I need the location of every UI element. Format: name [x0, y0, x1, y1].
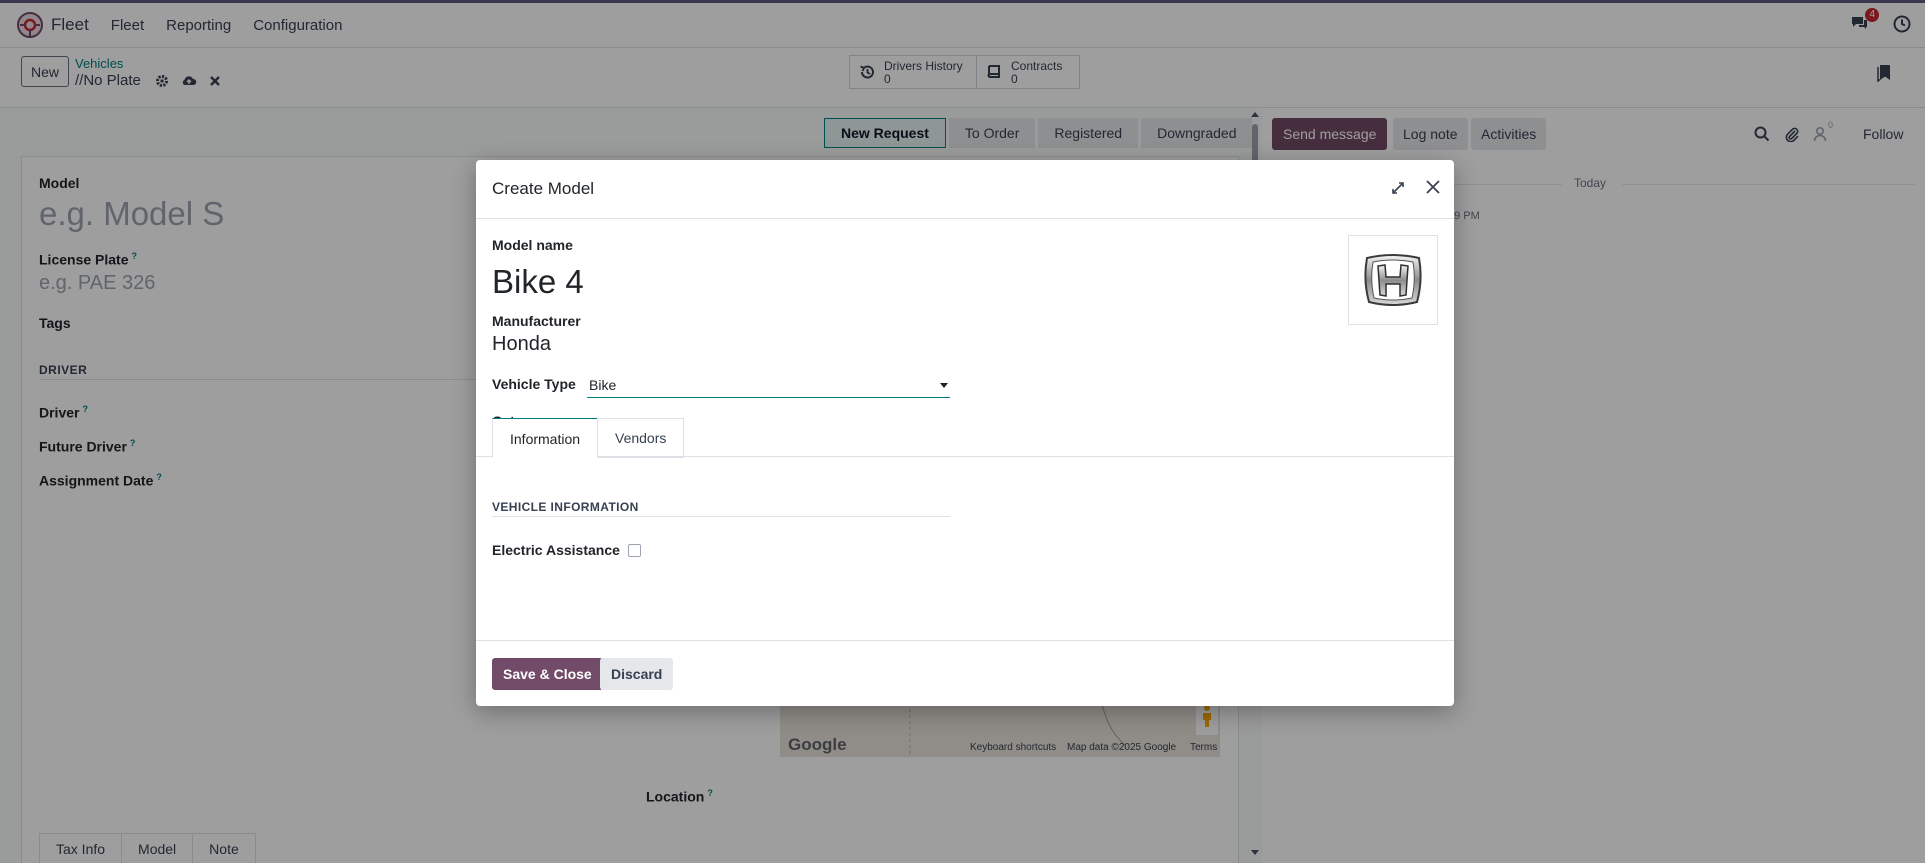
chevron-down-icon: [940, 383, 948, 388]
electric-assistance-label: Electric Assistance: [492, 542, 620, 558]
manufacturer-input[interactable]: Honda: [492, 333, 551, 356]
vehicle-information-title: VEHICLE INFORMATION: [492, 500, 639, 514]
vehicle-type-label: Vehicle Type: [492, 376, 576, 392]
model-name-input[interactable]: Bike 4: [492, 263, 584, 301]
manufacturer-logo[interactable]: [1348, 235, 1438, 325]
dialog-notebook-tabs: Information Vendors: [476, 418, 1454, 458]
expand-icon[interactable]: [1390, 180, 1406, 196]
tab-vendors[interactable]: Vendors: [597, 418, 685, 458]
electric-assistance-checkbox[interactable]: [628, 544, 641, 557]
model-name-label: Model name: [492, 237, 573, 253]
vehicle-type-value: Bike: [589, 376, 617, 393]
close-icon[interactable]: [1424, 178, 1442, 196]
app-window: Fleet Fleet Reporting Configuration 4 Ne…: [0, 0, 1925, 863]
discard-button[interactable]: Discard: [600, 658, 674, 690]
tab-information[interactable]: Information: [492, 418, 599, 458]
honda-logo-icon: [1364, 254, 1422, 306]
vehicle-type-select[interactable]: Bike: [587, 372, 950, 398]
dialog-footer: Save & Close Discard: [476, 640, 1454, 706]
create-model-dialog: Create Model Model name Bike 4 Manufactu…: [476, 160, 1454, 706]
manufacturer-label: Manufacturer: [492, 313, 581, 329]
dialog-header: Create Model: [476, 160, 1454, 219]
save-close-button[interactable]: Save & Close: [492, 658, 603, 690]
dialog-title: Create Model: [492, 179, 595, 198]
vehicle-information-divider: [492, 516, 950, 517]
